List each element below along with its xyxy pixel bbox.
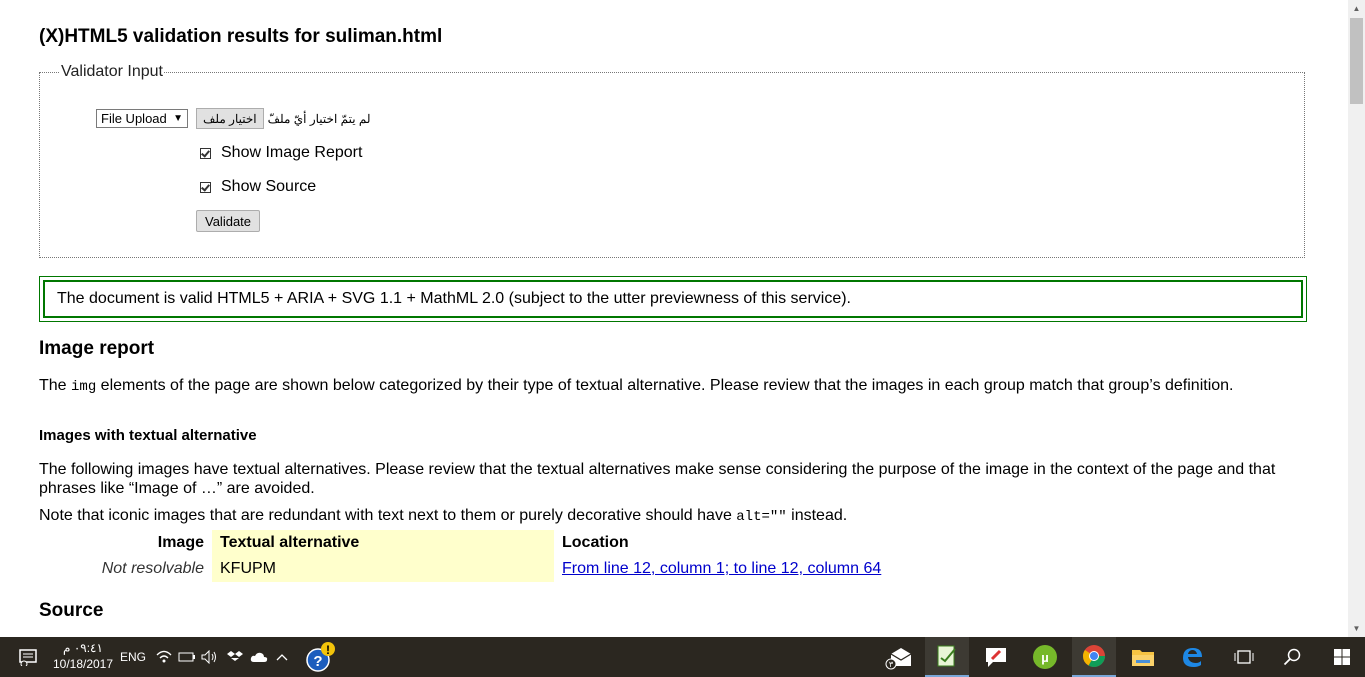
success-message: The document is valid HTML5 + ARIA + SVG… xyxy=(43,280,1303,318)
taskbar-feedback-app[interactable] xyxy=(974,637,1018,677)
language-indicator[interactable]: ENG xyxy=(118,637,148,677)
note-code: alt="" xyxy=(736,509,787,525)
validate-button[interactable]: Validate xyxy=(196,210,261,232)
search-icon[interactable] xyxy=(1272,637,1312,677)
intro-text-1: The xyxy=(39,377,72,394)
cell-image: Not resolvable xyxy=(101,560,204,577)
page-viewport: (X)HTML5 validation results for suliman.… xyxy=(0,0,1348,637)
image-report-intro: The img elements of the page are shown b… xyxy=(39,376,1307,397)
taskbar-notepad-app[interactable] xyxy=(925,637,969,677)
utorrent-icon: µ xyxy=(1033,645,1057,669)
success-box: The document is valid HTML5 + ARIA + SVG… xyxy=(39,276,1307,322)
show-source-label: Show Source xyxy=(221,178,317,195)
cell-location: From line 12, column 1; to line 12, colu… xyxy=(554,556,889,582)
iconic-images-note: Note that iconic images that are redunda… xyxy=(39,506,1307,527)
wifi-icon[interactable] xyxy=(154,637,174,677)
page-title: (X)HTML5 validation results for suliman.… xyxy=(39,26,443,47)
table-row: Not resolvable KFUPM From line 12, colum… xyxy=(39,556,889,582)
image-report-heading: Image report xyxy=(39,338,155,359)
clock-date: 10/18/2017 xyxy=(52,657,114,671)
scrollbar-thumb[interactable] xyxy=(1350,18,1363,104)
show-image-report-row[interactable]: Show Image Report xyxy=(200,144,362,162)
chevron-up-icon[interactable] xyxy=(273,637,291,677)
header-textual-alternative: Textual alternative xyxy=(212,530,554,556)
chevron-down-icon: ▼ xyxy=(173,113,183,124)
help-app-icon[interactable]: ?! xyxy=(302,637,338,677)
header-location: Location xyxy=(562,534,629,551)
file-input[interactable]: اختيار ملف لم يتمّ اختيار أيّ ملفّ xyxy=(196,108,371,129)
taskbar: ٠٩:٤١ م 10/18/2017 ENG ?! ٣ µ xyxy=(0,637,1365,677)
input-mode-value: File Upload xyxy=(101,111,167,126)
battery-icon[interactable] xyxy=(177,637,197,677)
dropbox-icon[interactable] xyxy=(225,637,245,677)
cell-alt: KFUPM xyxy=(212,556,554,582)
input-mode-select[interactable]: File Upload ▼ xyxy=(96,109,188,128)
scroll-down-icon[interactable]: ▼ xyxy=(1348,620,1365,637)
file-status: لم يتمّ اختيار أيّ ملفّ xyxy=(267,111,371,126)
show-image-report-checkbox[interactable] xyxy=(200,147,211,159)
choose-file-button[interactable]: اختيار ملف xyxy=(196,108,264,129)
taskbar-explorer-app[interactable] xyxy=(1121,637,1165,677)
location-link[interactable]: From line 12, column 1; to line 12, colu… xyxy=(562,560,881,577)
taskbar-chrome-app[interactable] xyxy=(1072,637,1116,677)
start-windows-icon[interactable] xyxy=(1320,637,1364,677)
taskbar-utorrent-app[interactable]: µ xyxy=(1023,637,1067,677)
svg-text:!: ! xyxy=(326,643,330,657)
note-text-2: instead. xyxy=(786,507,848,524)
clock[interactable]: ٠٩:٤١ م 10/18/2017 xyxy=(50,640,116,672)
mail-badge: ٣ xyxy=(889,660,894,669)
action-center-icon[interactable] xyxy=(10,637,46,677)
images-with-alt-paragraph: The following images have textual altern… xyxy=(39,461,1276,497)
images-with-alt-heading: Images with textual alternative xyxy=(39,427,257,444)
show-source-row[interactable]: Show Source xyxy=(200,178,316,196)
clock-time: ٠٩:٤١ م xyxy=(63,641,103,655)
show-source-checkbox[interactable] xyxy=(200,181,211,193)
intro-text-2: elements of the page are shown below cat… xyxy=(96,377,1234,394)
volume-icon[interactable] xyxy=(200,637,220,677)
source-heading: Source xyxy=(39,600,104,621)
svg-text:?: ? xyxy=(313,653,322,670)
onedrive-icon[interactable] xyxy=(248,637,270,677)
images-table: Image Textual alternative Location Not r… xyxy=(39,530,889,582)
taskbar-mail-app[interactable]: ٣ xyxy=(876,637,920,677)
table-header-row: Image Textual alternative Location xyxy=(39,530,889,556)
upload-row: File Upload ▼ اختيار ملف لم يتمّ اختيار … xyxy=(96,108,371,129)
scroll-up-icon[interactable]: ▲ xyxy=(1348,0,1365,17)
show-image-report-label: Show Image Report xyxy=(221,144,363,161)
validator-input-legend: Validator Input xyxy=(61,63,163,80)
intro-code: img xyxy=(71,379,97,395)
vertical-scrollbar[interactable]: ▲ ▼ xyxy=(1348,0,1365,637)
header-image: Image xyxy=(157,534,204,551)
taskbar-edge-app[interactable] xyxy=(1170,637,1214,677)
task-view-icon[interactable] xyxy=(1224,637,1264,677)
note-text-1: Note that iconic images that are redunda… xyxy=(39,507,737,524)
